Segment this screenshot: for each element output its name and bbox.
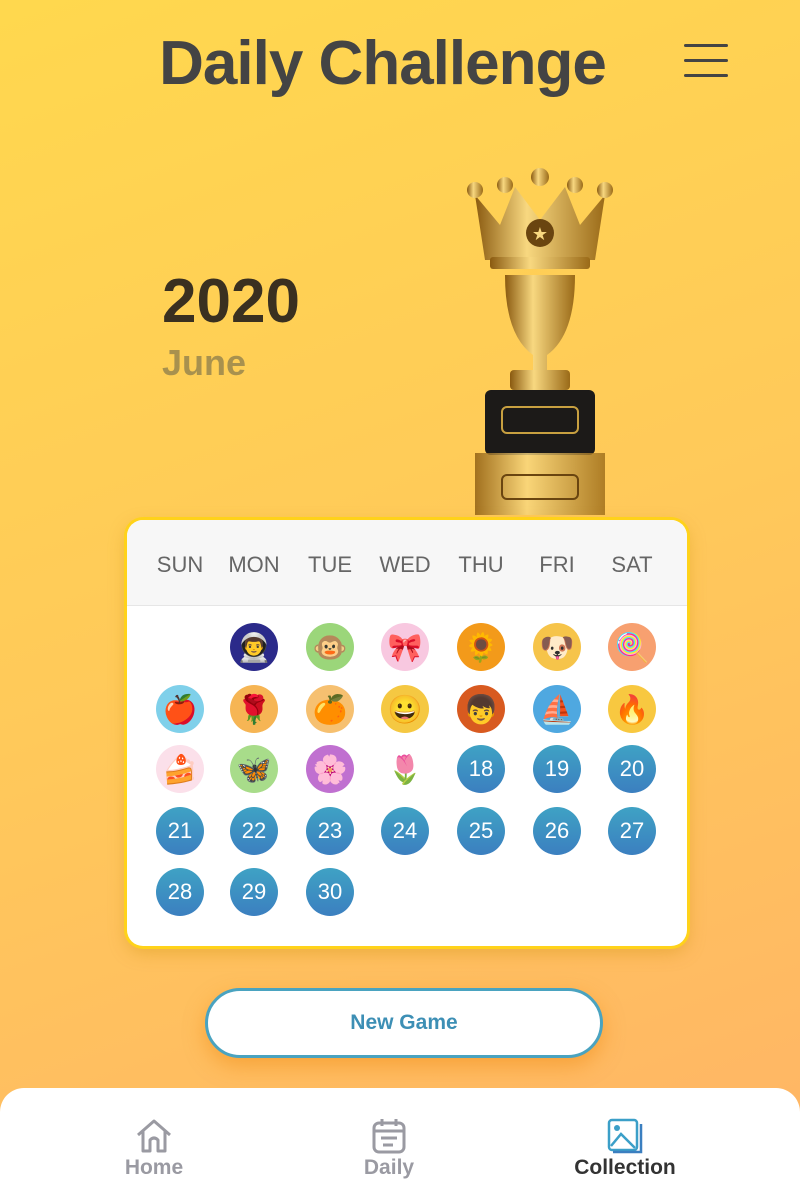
day-21[interactable]: 21 <box>156 807 204 855</box>
calendar-card: SUN MON TUE WED THU FRI SAT 👨‍🚀 🐵 🎀 🌻 🐶 🍭 🍎 🌹 🍊 😀 👦 ⛵ 🔥 🍰 🦋 🌸… <box>127 520 687 946</box>
completed-day-9-persimmons[interactable]: 🍊 <box>306 685 354 733</box>
completed-day-6-candy[interactable]: 🍭 <box>608 623 656 671</box>
completed-day-7-apple[interactable]: 🍎 <box>156 685 204 733</box>
day-20[interactable]: 20 <box>608 745 656 793</box>
tab-label: Home <box>124 1156 184 1179</box>
day-28[interactable]: 28 <box>156 868 204 916</box>
day-23[interactable]: 23 <box>306 807 354 855</box>
completed-day-8-roses[interactable]: 🌹 <box>230 685 278 733</box>
completed-day-10-smiley[interactable]: 😀 <box>381 685 429 733</box>
completed-day-4-sunflower[interactable]: 🌻 <box>457 623 505 671</box>
completed-day-12-iceberg[interactable]: ⛵ <box>533 685 581 733</box>
weekday-header: SUN MON TUE WED THU FRI SAT <box>127 520 687 606</box>
day-26[interactable]: 26 <box>533 807 581 855</box>
tab-home[interactable]: Home <box>74 1118 234 1180</box>
day-25[interactable]: 25 <box>457 807 505 855</box>
completed-day-1-astronaut[interactable]: 👨‍🚀 <box>230 623 278 671</box>
completed-day-3-kimono-girl[interactable]: 🎀 <box>381 623 429 671</box>
weekday-mon: MON <box>228 552 280 577</box>
day-18[interactable]: 18 <box>457 745 505 793</box>
home-icon <box>137 1119 171 1153</box>
day-19[interactable]: 19 <box>533 745 581 793</box>
completed-day-16-tiles[interactable]: 🌸 <box>306 745 354 793</box>
weekday-thu: THU <box>458 552 504 577</box>
hamburger-menu-icon[interactable] <box>684 44 728 78</box>
day-30[interactable]: 30 <box>306 868 354 916</box>
weekday-sun: SUN <box>156 552 204 577</box>
gallery-icon <box>607 1118 643 1154</box>
page-title: Daily Challenge <box>159 29 607 98</box>
weekday-tue: TUE <box>308 552 352 577</box>
day-24[interactable]: 24 <box>381 807 429 855</box>
year-label: 2020 <box>162 267 300 336</box>
tab-label: Daily <box>363 1156 415 1179</box>
tab-label: Collection <box>574 1156 676 1179</box>
bottom-tab-bar: Home Daily Collection <box>0 1088 800 1200</box>
calendar-icon <box>372 1119 406 1154</box>
weekday-sat: SAT <box>611 552 653 577</box>
svg-text:★: ★ <box>532 224 548 244</box>
completed-day-2-monkey[interactable]: 🐵 <box>306 623 354 671</box>
completed-day-14-cake[interactable]: 🍰 <box>156 745 204 793</box>
weekday-wed: WED <box>379 552 431 577</box>
month-label: June <box>162 342 247 383</box>
weekday-fri: FRI <box>539 552 575 577</box>
completed-day-13-fire[interactable]: 🔥 <box>608 685 656 733</box>
crown-trophy-icon: ★ <box>467 168 613 515</box>
tab-daily[interactable]: Daily <box>309 1118 469 1180</box>
completed-day-15-butterfly[interactable]: 🦋 <box>230 745 278 793</box>
completed-day-11-red-hair-boy[interactable]: 👦 <box>457 685 505 733</box>
completed-day-17-pink-flower[interactable]: 🌷 <box>381 745 429 793</box>
day-22[interactable]: 22 <box>230 807 278 855</box>
day-27[interactable]: 27 <box>608 807 656 855</box>
tab-collection[interactable]: Collection <box>545 1118 705 1180</box>
new-game-button[interactable]: New Game <box>205 988 603 1058</box>
day-29[interactable]: 29 <box>230 868 278 916</box>
completed-day-5-bulldog[interactable]: 🐶 <box>533 623 581 671</box>
